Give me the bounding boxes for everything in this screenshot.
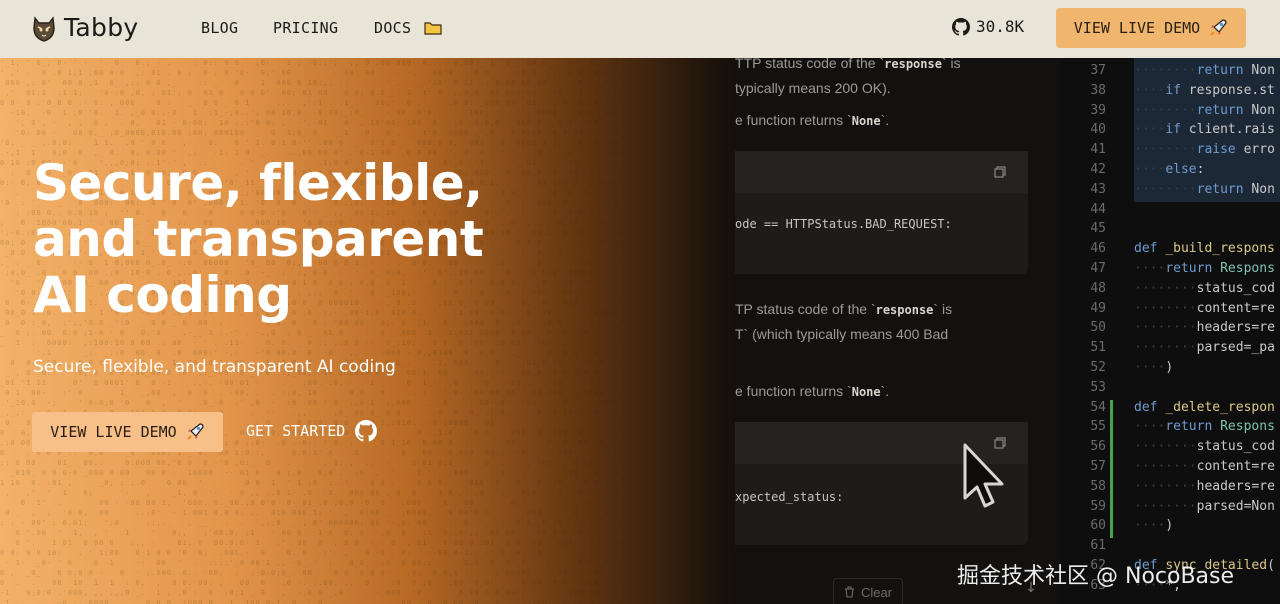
code-block-line: xpected_status:: [735, 490, 844, 504]
editor-line-number: 45: [1090, 221, 1106, 237]
editor-code-line: ········parsed=_pa: [1134, 340, 1275, 356]
editor-code-line: ····): [1134, 360, 1174, 375]
editor-code-line: ········headers=re: [1134, 478, 1275, 494]
github-stars-count: 30.8K: [976, 17, 1025, 36]
doc-line: e function returns `None`.: [735, 383, 890, 399]
editor-code-line: ····): [1134, 518, 1174, 534]
editor-line-number: 39: [1090, 102, 1106, 118]
clear-button-label: Clear: [860, 584, 893, 600]
editor-code-line: ········status_cod: [1134, 280, 1275, 296]
editor-code-line: ········raise erro: [1134, 142, 1275, 158]
editor-line-number: 50: [1090, 320, 1106, 336]
editor-code-line: ········headers=re: [1134, 320, 1275, 336]
folder-icon: [424, 22, 442, 35]
editor-line-number: 53: [1090, 379, 1106, 395]
editor-line-number: 58: [1090, 478, 1106, 494]
editor-code-line: ····if response.st: [1134, 82, 1275, 98]
editor-code-line: def _delete_respon: [1134, 399, 1275, 415]
editor-line-number: 37: [1090, 63, 1106, 78]
editor-line-number: 57: [1090, 459, 1106, 474]
editor-git-change-marker: [1110, 400, 1113, 538]
editor-line-number: 40: [1090, 122, 1106, 138]
hero-headline-line: AI coding: [33, 266, 292, 324]
editor-line-number: 55: [1090, 419, 1106, 435]
nav-docs-link[interactable]: DOCS: [374, 19, 411, 37]
hero-headline-line: and transparent: [33, 210, 484, 268]
hero-section: '_1, ' 0_; 0- ' - _'. 0 0.; - . : 0:: 0 …: [0, 58, 1280, 604]
logo-text: Tabby: [64, 13, 139, 42]
hero-demo-label: VIEW LIVE DEMO: [50, 423, 177, 441]
code-block: ode == HTTPStatus.BAD_REQUEST:: [735, 151, 1028, 274]
editor-code-line: ····return Respons: [1134, 261, 1275, 276]
editor-code-line: ····else:: [1134, 162, 1205, 177]
nav-pricing-link[interactable]: PRICING: [273, 19, 338, 37]
editor-line-number: 46: [1090, 241, 1106, 257]
editor-code-line: ········status_cod: [1134, 439, 1275, 455]
doc-line: TTP status code of the `response` is: [735, 58, 961, 71]
github-stars-link[interactable]: 30.8K: [952, 17, 1024, 36]
hero-code-texture: '_1, ' 0_; 0- ' - _'. 0 0.; - . : 0:: 0 …: [0, 59, 626, 604]
top-navbar: Tabby BLOG PRICING DOCS 30.8K VIEW LIVE …: [0, 0, 1280, 58]
editor-code-line: ········return Non: [1134, 181, 1275, 197]
hero-headline-line: Secure, flexible,: [33, 154, 483, 212]
editor-line-number: 41: [1090, 142, 1106, 158]
copy-icon[interactable]: [994, 166, 1006, 178]
editor-line-number: 52: [1090, 360, 1106, 375]
editor-code-line: ····return Respons: [1134, 419, 1275, 435]
editor-line-number: 61: [1090, 538, 1106, 554]
trash-icon: [844, 586, 854, 598]
editor-code-line: ····if client.rais: [1134, 122, 1275, 138]
docs-preview-panel: TTP status code of the `response` is typ…: [735, 58, 1060, 604]
watermark-text: 掘金技术社区 @ NocoBase: [957, 564, 1235, 589]
editor-line-number: 49: [1090, 300, 1106, 316]
editor-code-line: ········parsed=Non: [1134, 498, 1275, 514]
editor-line-number: 38: [1090, 82, 1106, 98]
editor-code-line: ········content=re: [1134, 459, 1275, 474]
editor-line-number: 56: [1090, 439, 1106, 455]
code-block-header: [735, 151, 1028, 193]
doc-line: typically means 200 OK).: [735, 80, 891, 96]
rocket-icon: [1210, 19, 1227, 36]
code-block-line: ode == HTTPStatus.BAD_REQUEST:: [735, 217, 952, 231]
tabby-cat-icon: [33, 15, 55, 42]
get-started-label: GET STARTED: [246, 422, 346, 440]
nav-view-live-demo-button[interactable]: VIEW LIVE DEMO: [1056, 8, 1246, 48]
nav-demo-label: VIEW LIVE DEMO: [1073, 19, 1201, 37]
get-started-button[interactable]: GET STARTED: [246, 420, 378, 442]
editor-line-number: 43: [1090, 181, 1106, 197]
nav-blog-link[interactable]: BLOG: [201, 19, 238, 37]
code-editor-panel: 37 ········return Non 38 ····if response.st…: [1060, 58, 1280, 604]
editor-line-number: 47: [1090, 261, 1106, 276]
editor-code-line: ········return Non: [1134, 63, 1275, 78]
hero-subheadline: Secure, flexible, and transparent AI cod…: [33, 357, 396, 377]
rocket-icon: [187, 423, 204, 440]
logo[interactable]: Tabby: [32, 13, 139, 42]
github-icon: [355, 420, 378, 442]
editor-line-number: 54: [1090, 399, 1106, 415]
editor-line-number: 44: [1090, 201, 1106, 217]
doc-line: TP status code of the `response` is: [735, 301, 953, 317]
editor-line-number: 42: [1090, 162, 1106, 177]
doc-line: T` (which typically means 400 Bad: [735, 326, 949, 342]
editor-line-number: 51: [1090, 340, 1106, 356]
editor-line-number: 48: [1090, 280, 1106, 296]
hero-headline: Secure, flexible, and transparent AI cod…: [33, 154, 484, 324]
editor-code-line: def _build_respons: [1134, 241, 1275, 257]
editor-code-line: ········return Non: [1134, 102, 1275, 118]
editor-line-number: 60: [1090, 518, 1106, 534]
mouse-cursor-icon: [963, 443, 1004, 508]
clear-button[interactable]: Clear: [833, 578, 903, 604]
editor-line-number: 59: [1090, 498, 1106, 514]
github-icon: [952, 17, 970, 36]
doc-line: e function returns `None`.: [735, 112, 890, 128]
hero-view-live-demo-button[interactable]: VIEW LIVE DEMO: [32, 412, 223, 452]
editor-code-line: ········content=re: [1134, 300, 1275, 316]
